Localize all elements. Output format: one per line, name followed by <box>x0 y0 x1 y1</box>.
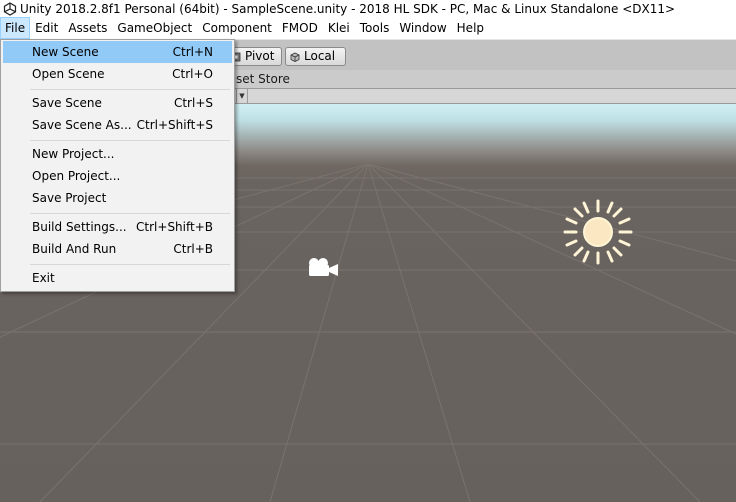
menu-help[interactable]: Help <box>452 17 489 39</box>
menu-separator <box>30 140 230 141</box>
menu-separator <box>30 89 230 90</box>
menu-item-new-scene[interactable]: New Scene Ctrl+N <box>3 41 232 63</box>
menu-separator <box>30 264 230 265</box>
menu-item-shortcut: Ctrl+Shift+B <box>136 220 213 234</box>
menu-gameobject[interactable]: GameObject <box>112 17 197 39</box>
menu-item-label: Build Settings... <box>32 220 127 234</box>
menu-item-build-and-run[interactable]: Build And Run Ctrl+B <box>3 238 232 260</box>
menu-item-shortcut: Ctrl+O <box>172 67 213 81</box>
camera-icon[interactable] <box>305 255 341 279</box>
shading-mode-dropdown[interactable]: ▼ <box>236 89 248 103</box>
menu-file[interactable]: File <box>0 17 31 39</box>
menu-item-new-project[interactable]: New Project... <box>3 143 232 165</box>
window-title: Unity 2018.2.8f1 Personal (64bit) - Samp… <box>20 1 676 16</box>
menu-item-label: Open Project... <box>32 169 121 183</box>
menu-item-build-settings[interactable]: Build Settings... Ctrl+Shift+B <box>3 216 232 238</box>
menu-item-label: New Project... <box>32 147 115 161</box>
menu-item-label: Save Scene <box>32 96 102 110</box>
menu-item-open-project[interactable]: Open Project... <box>3 165 232 187</box>
menu-item-label: Save Project <box>32 191 107 205</box>
menu-item-label: Open Scene <box>32 67 105 81</box>
menu-fmod[interactable]: FMOD <box>277 17 323 39</box>
chevron-down-icon: ▼ <box>239 92 245 100</box>
menu-item-label: Exit <box>32 271 55 285</box>
menu-assets[interactable]: Assets <box>63 17 112 39</box>
file-menu-dropdown: New Scene Ctrl+N Open Scene Ctrl+O Save … <box>0 39 235 292</box>
menu-item-label: Build And Run <box>32 242 117 256</box>
menu-tools[interactable]: Tools <box>355 17 395 39</box>
menu-item-save-scene[interactable]: Save Scene Ctrl+S <box>3 92 232 114</box>
menu-item-exit[interactable]: Exit <box>3 267 232 289</box>
menu-item-shortcut: Ctrl+Shift+S <box>136 118 213 132</box>
menu-item-label: Save Scene As... <box>32 118 132 132</box>
menu-item-label: New Scene <box>32 45 99 59</box>
menu-klei[interactable]: Klei <box>323 17 355 39</box>
title-bar: Unity 2018.2.8f1 Personal (64bit) - Samp… <box>0 0 736 17</box>
local-label: Local <box>304 49 336 63</box>
menu-item-open-scene[interactable]: Open Scene Ctrl+O <box>3 63 232 85</box>
pivot-label: Pivot <box>245 49 275 63</box>
directional-light-icon[interactable] <box>563 199 633 265</box>
menu-item-save-project[interactable]: Save Project <box>3 187 232 209</box>
menu-window[interactable]: Window <box>394 17 451 39</box>
menu-item-shortcut: Ctrl+S <box>173 96 213 110</box>
menu-component[interactable]: Component <box>197 17 277 39</box>
menu-item-save-scene-as[interactable]: Save Scene As... Ctrl+Shift+S <box>3 114 232 136</box>
menu-edit[interactable]: Edit <box>30 17 63 39</box>
local-button[interactable]: Local <box>285 47 346 66</box>
unity-logo-icon <box>3 1 17 16</box>
menu-item-shortcut: Ctrl+N <box>172 45 213 59</box>
tab-asset-store[interactable]: set Store <box>236 72 290 86</box>
menu-bar: File Edit Assets GameObject Component FM… <box>0 17 736 39</box>
local-cube-icon <box>290 52 300 62</box>
menu-item-shortcut: Ctrl+B <box>173 242 213 256</box>
menu-separator <box>30 213 230 214</box>
